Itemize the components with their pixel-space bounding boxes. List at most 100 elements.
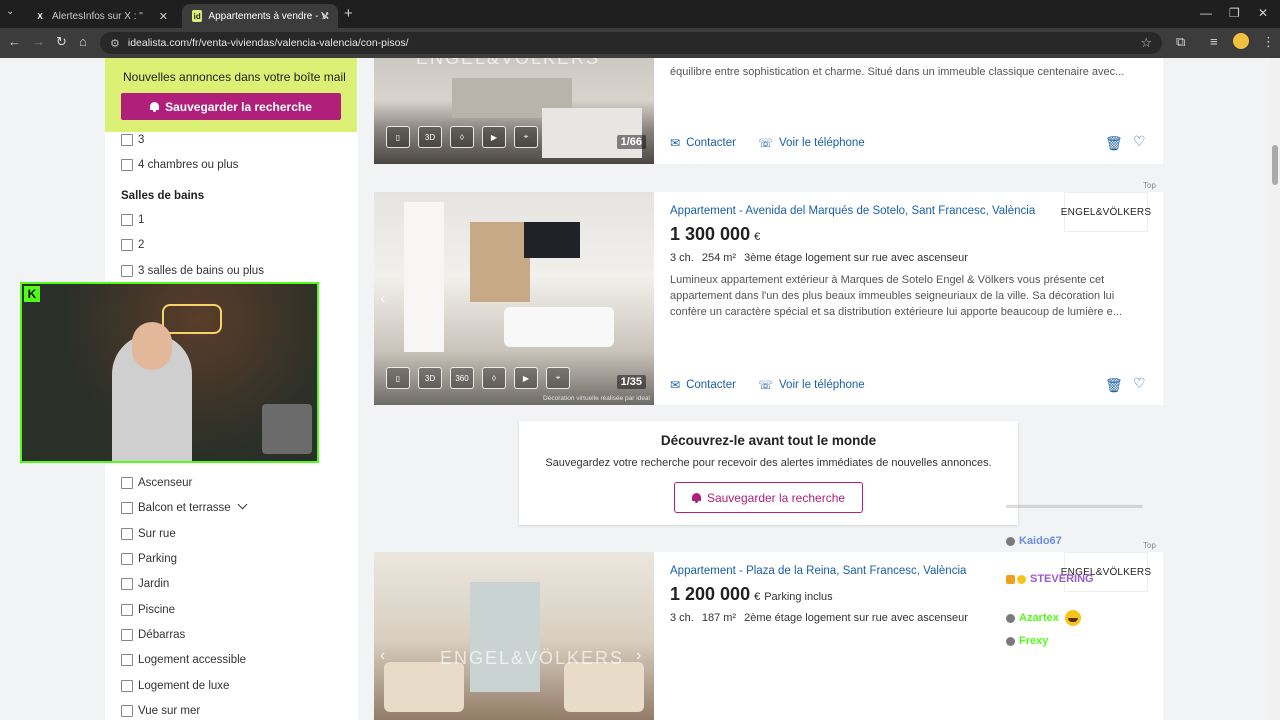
checkbox-jardin[interactable] bbox=[121, 578, 133, 590]
bell-icon[interactable]: ◊ bbox=[450, 126, 474, 148]
checkbox-ascenseur[interactable] bbox=[121, 477, 133, 489]
tab-appartements[interactable]: id Appartements à vendre - Valen ✕ bbox=[182, 4, 338, 28]
listing-price: 1 200 000 € Parking inclus bbox=[670, 584, 833, 605]
map-pin-icon[interactable]: ⌖ bbox=[546, 367, 570, 389]
next-photo-arrow-icon[interactable]: › bbox=[636, 647, 641, 665]
agency-logo[interactable]: ENGEL&VÖLKERS bbox=[1061, 192, 1151, 232]
option-label: 4 chambres ou plus bbox=[138, 159, 239, 171]
listing-photo[interactable]: ENGEL&VÖLKERS ▯ 3D ◊ ▶ ⌖ 1/66 bbox=[374, 58, 654, 164]
checkbox-bathrooms-3plus[interactable] bbox=[121, 265, 133, 277]
listing-title-link[interactable]: Appartement - Plaza de la Reina, Sant Fr… bbox=[670, 565, 966, 577]
save-search-label: Sauvegarder la recherche bbox=[165, 99, 312, 114]
maximize-icon[interactable]: ❐ bbox=[1229, 6, 1240, 20]
checkbox-vue-mer[interactable] bbox=[121, 705, 133, 717]
stream-chat-overlay: ▬▬▬▬▬▬▬▬▬▬▬▬▬ Kaido67 STEVERING Azartex … bbox=[1006, 497, 1216, 687]
trash-icon[interactable]: 🗑 bbox=[1105, 135, 1123, 152]
trash-icon[interactable]: 🗑 bbox=[1105, 377, 1123, 394]
minimize-icon[interactable]: — bbox=[1200, 6, 1212, 20]
detail-area: 254 m² bbox=[701, 252, 737, 264]
video-icon[interactable]: ▶ bbox=[514, 367, 538, 389]
phone-label: Voir le téléphone bbox=[779, 379, 865, 391]
forward-arrow-icon[interactable]: → bbox=[32, 34, 45, 49]
gift-badge-icon bbox=[1017, 574, 1026, 584]
tab-alertesinfos[interactable]: X AlertesInfos sur X : " ✕ bbox=[24, 4, 176, 28]
listing-photo[interactable]: ‹ ▯ 3D 360 ◊ ▶ ⌖ 1/35 Décoration virtuel… bbox=[374, 192, 654, 405]
phone-button[interactable]: ☏ Voir le téléphone bbox=[758, 378, 865, 392]
price-value: 1 300 000 bbox=[670, 224, 751, 244]
phone-icon: ☏ bbox=[758, 378, 774, 392]
menu-dots-icon[interactable]: ⋮ bbox=[1262, 34, 1275, 50]
detail-floor: 3ème étage logement sur rue avec ascense… bbox=[744, 252, 968, 264]
photo-watermark: ENGEL&VÖLKERS bbox=[416, 58, 601, 68]
phone-icon: ☏ bbox=[758, 136, 774, 150]
checkbox-bedrooms-3[interactable] bbox=[121, 134, 133, 146]
3d-tour-icon[interactable]: 3D bbox=[418, 367, 442, 389]
idealista-logo-icon: id bbox=[192, 10, 203, 22]
promo-title: Découvrez-le avant tout le monde bbox=[660, 433, 877, 448]
photo-actions: ▯ 3D ◊ ▶ ⌖ bbox=[386, 126, 538, 148]
heart-icon[interactable]: ♡ bbox=[1133, 375, 1146, 392]
user-badge-icon bbox=[1006, 536, 1015, 546]
back-arrow-icon[interactable]: ← bbox=[8, 34, 21, 49]
option-label-with-dropdown[interactable]: Balcon et terrasse bbox=[138, 499, 248, 514]
extensions-icon[interactable]: ⧉ bbox=[1176, 34, 1185, 50]
phone-label: Voir le téléphone bbox=[779, 137, 865, 149]
bookmark-star-icon[interactable]: ☆ bbox=[1140, 35, 1152, 51]
heart-icon[interactable]: ♡ bbox=[1133, 133, 1146, 150]
360-view-icon[interactable]: 360 bbox=[450, 367, 474, 389]
checkbox-bathrooms-1[interactable] bbox=[121, 214, 133, 226]
close-tab-icon[interactable]: ✕ bbox=[321, 10, 330, 23]
bookmark-icon[interactable]: ▯ bbox=[386, 126, 410, 148]
bell-icon bbox=[150, 101, 160, 112]
description-line: confère un caractère spécial et sa distr… bbox=[670, 306, 1122, 318]
checkbox-parking[interactable] bbox=[121, 553, 133, 565]
chevron-down-icon[interactable] bbox=[237, 499, 248, 510]
3d-tour-icon[interactable]: 3D bbox=[418, 126, 442, 148]
contact-button[interactable]: ✉ Contacter bbox=[670, 378, 736, 392]
contact-button[interactable]: ✉ Contacter bbox=[670, 136, 736, 150]
listing-title-link[interactable]: Appartement - Avenida del Marqués de Sot… bbox=[670, 205, 1035, 217]
photo-counter: 1/66 bbox=[616, 135, 646, 149]
profile-avatar[interactable] bbox=[1233, 33, 1249, 49]
sofa-shape bbox=[504, 307, 614, 347]
close-tab-icon[interactable]: ✕ bbox=[159, 10, 168, 23]
listing-description[interactable]: Lumineux appartement extérieur à Marques… bbox=[670, 272, 1150, 320]
checkbox-bedrooms-4plus[interactable] bbox=[121, 159, 133, 171]
checkbox-sur-rue[interactable] bbox=[121, 528, 133, 540]
listing-card[interactable]: ENGEL&VÖLKERS ▯ 3D ◊ ▶ ⌖ 1/66 équilibre … bbox=[374, 58, 1163, 164]
checkbox-debarras[interactable] bbox=[121, 629, 133, 641]
scrollbar-thumb[interactable] bbox=[1272, 145, 1278, 185]
alert-title: Nouvelles annonces dans votre boîte mail bbox=[123, 70, 346, 84]
home-icon[interactable]: ⌂ bbox=[79, 34, 87, 49]
site-info-icon[interactable]: ⚙ bbox=[110, 37, 120, 50]
tab-search-icon[interactable]: ⌄ bbox=[6, 6, 14, 17]
close-window-icon[interactable]: ✕ bbox=[1258, 6, 1268, 20]
bookmark-icon[interactable]: ▯ bbox=[386, 367, 410, 389]
new-tab-button[interactable]: + bbox=[344, 5, 353, 22]
checkbox-bathrooms-2[interactable] bbox=[121, 239, 133, 251]
email-alert-box: Nouvelles annonces dans votre boîte mail… bbox=[105, 58, 357, 132]
checkbox-luxe[interactable] bbox=[121, 680, 133, 692]
save-search-button[interactable]: Sauvegarder la recherche bbox=[121, 93, 341, 120]
prev-photo-arrow-icon[interactable]: ‹ bbox=[380, 290, 385, 308]
wood-wall-shape bbox=[470, 222, 530, 302]
bell-icon[interactable]: ◊ bbox=[482, 367, 506, 389]
address-bar[interactable]: ⚙ idealista.com/fr/venta-viviendas/valen… bbox=[100, 32, 1162, 54]
listing-photo[interactable]: ENGEL&VÖLKERS ‹ › bbox=[374, 552, 654, 720]
checkbox-accessible[interactable] bbox=[121, 654, 133, 666]
option-label: 1 bbox=[138, 214, 145, 226]
reload-icon[interactable]: ↻ bbox=[56, 34, 67, 50]
chat-username: STEVERING bbox=[1030, 573, 1094, 585]
phone-button[interactable]: ☏ Voir le téléphone bbox=[758, 136, 865, 150]
prev-photo-arrow-icon[interactable]: ‹ bbox=[380, 647, 385, 665]
laughing-emoji-icon bbox=[1064, 610, 1081, 626]
map-pin-icon[interactable]: ⌖ bbox=[514, 126, 538, 148]
promo-save-search-button[interactable]: Sauvegarder la recherche bbox=[674, 482, 863, 513]
checkbox-balcon[interactable] bbox=[121, 502, 133, 514]
checkbox-piscine[interactable] bbox=[121, 604, 133, 616]
video-icon[interactable]: ▶ bbox=[482, 126, 506, 148]
promo-button-label: Sauvegarder la recherche bbox=[706, 490, 846, 505]
chat-icon: ✉ bbox=[670, 378, 681, 392]
tab-search-icon[interactable]: ≡ bbox=[1210, 34, 1218, 49]
listing-card[interactable]: ‹ ▯ 3D 360 ◊ ▶ ⌖ 1/35 Décoration virtuel… bbox=[374, 192, 1163, 405]
